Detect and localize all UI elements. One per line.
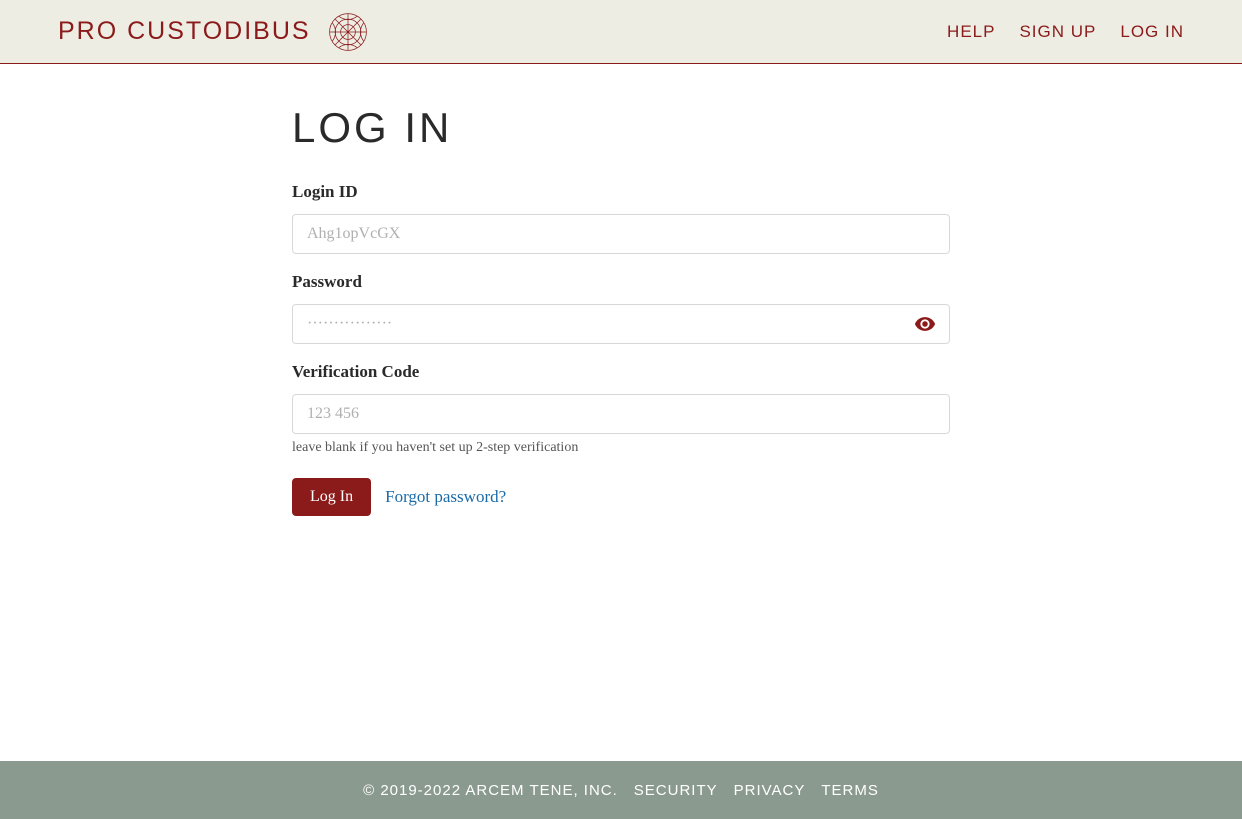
login-id-group: Login ID bbox=[292, 182, 950, 254]
password-group: Password bbox=[292, 272, 950, 344]
form-actions: Log In Forgot password? bbox=[292, 478, 950, 516]
footer-copyright: © 2019-2022 ARCEM TENE, INC. bbox=[363, 782, 618, 799]
verification-input[interactable] bbox=[292, 394, 950, 434]
password-label: Password bbox=[292, 272, 950, 292]
footer-security[interactable]: SECURITY bbox=[634, 782, 718, 799]
show-password-icon[interactable] bbox=[914, 313, 936, 335]
logo-text: PRO CUSTODIBUS bbox=[58, 17, 311, 46]
nav-help[interactable]: HELP bbox=[947, 22, 995, 42]
logo-area[interactable]: PRO CUSTODIBUS bbox=[58, 9, 371, 55]
verification-group: Verification Code leave blank if you hav… bbox=[292, 362, 950, 456]
verification-help: leave blank if you haven't set up 2-step… bbox=[292, 440, 950, 456]
header: PRO CUSTODIBUS HELP SIGN UP LOG IN bbox=[0, 0, 1242, 64]
main: LOG IN Login ID Password Verification Co… bbox=[0, 64, 1242, 761]
nav-login[interactable]: LOG IN bbox=[1120, 22, 1184, 42]
footer-terms[interactable]: TERMS bbox=[821, 782, 879, 799]
login-button[interactable]: Log In bbox=[292, 478, 371, 516]
logo-emblem-icon bbox=[325, 9, 371, 55]
verification-label: Verification Code bbox=[292, 362, 950, 382]
password-input[interactable] bbox=[292, 304, 950, 344]
footer-privacy[interactable]: PRIVACY bbox=[734, 782, 806, 799]
login-id-label: Login ID bbox=[292, 182, 950, 202]
password-wrapper bbox=[292, 304, 950, 344]
footer: © 2019-2022 ARCEM TENE, INC. SECURITY PR… bbox=[0, 761, 1242, 819]
nav-signup[interactable]: SIGN UP bbox=[1019, 22, 1096, 42]
login-form: LOG IN Login ID Password Verification Co… bbox=[292, 104, 950, 721]
page-title: LOG IN bbox=[292, 104, 950, 152]
forgot-password-link[interactable]: Forgot password? bbox=[385, 487, 506, 507]
nav-links: HELP SIGN UP LOG IN bbox=[947, 22, 1184, 42]
login-id-input[interactable] bbox=[292, 214, 950, 254]
